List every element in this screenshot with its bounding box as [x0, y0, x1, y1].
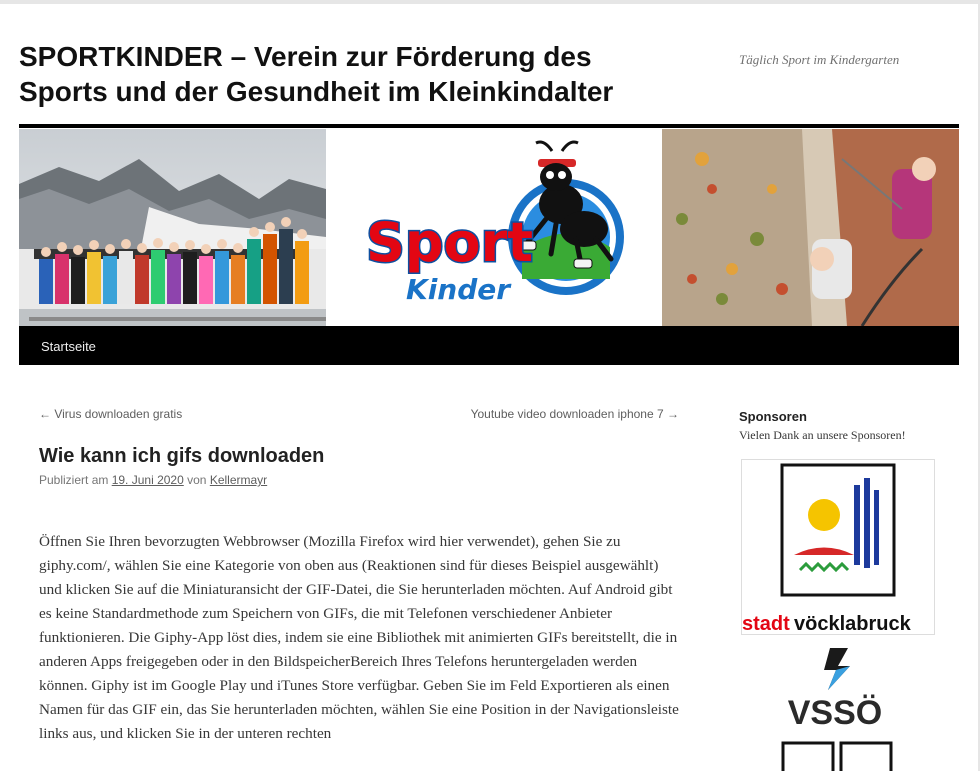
logo-word: Sport: [366, 211, 533, 274]
sponsor-vsso-name: VSSÖ: [788, 694, 882, 729]
nav-item-startseite[interactable]: Startseite: [41, 339, 96, 354]
sponsor-logo-stadt-voecklabruck[interactable]: stadt vöcklabruck: [741, 459, 935, 635]
post-meta: Publiziert am 19. Juni 2020 von Kellerma…: [39, 473, 267, 487]
header-divider: [19, 124, 959, 128]
post-date-link[interactable]: 19. Juni 2020: [112, 473, 184, 487]
main-navigation: Startseite: [19, 326, 959, 365]
header-banner[interactable]: Sport Kinder: [19, 129, 959, 326]
meta-prefix: Publiziert am: [39, 473, 109, 487]
climbing-wall-photo: [662, 129, 959, 326]
sportkinder-logo: Sport Kinder: [326, 129, 662, 326]
sidebar-widget-title: Sponsoren: [739, 409, 807, 424]
sponsor-name-part2: vöcklabruck: [794, 613, 912, 634]
post-body: Öffnen Sie Ihren bevorzugten Webbrowser …: [39, 533, 679, 742]
site-description: Täglich Sport im Kindergarten: [739, 52, 900, 67]
sponsor-logo-partial[interactable]: [781, 741, 895, 771]
ski-group-photo: [19, 129, 326, 326]
site-title[interactable]: SPORTKINDER – Verein zur Förderung des S…: [19, 39, 679, 109]
previous-post-link[interactable]: ← Virus downloaden gratis: [39, 407, 182, 421]
sidebar-widget-text: Vielen Dank an unsere Sponsoren!: [739, 428, 906, 442]
logo-sub: Kinder: [406, 273, 512, 306]
post-title: Wie kann ich gifs downloaden: [39, 445, 325, 467]
author-link[interactable]: Kellermayr: [210, 473, 267, 487]
next-post-link[interactable]: Youtube video downloaden iphone 7 →: [471, 407, 679, 421]
sponsor-logo-vsso[interactable]: VSSÖ: [780, 644, 890, 732]
page: SPORTKINDER – Verein zur Förderung des S…: [0, 4, 978, 771]
meta-by: von: [187, 473, 207, 487]
sponsor-name-part1: stadt: [742, 613, 790, 634]
